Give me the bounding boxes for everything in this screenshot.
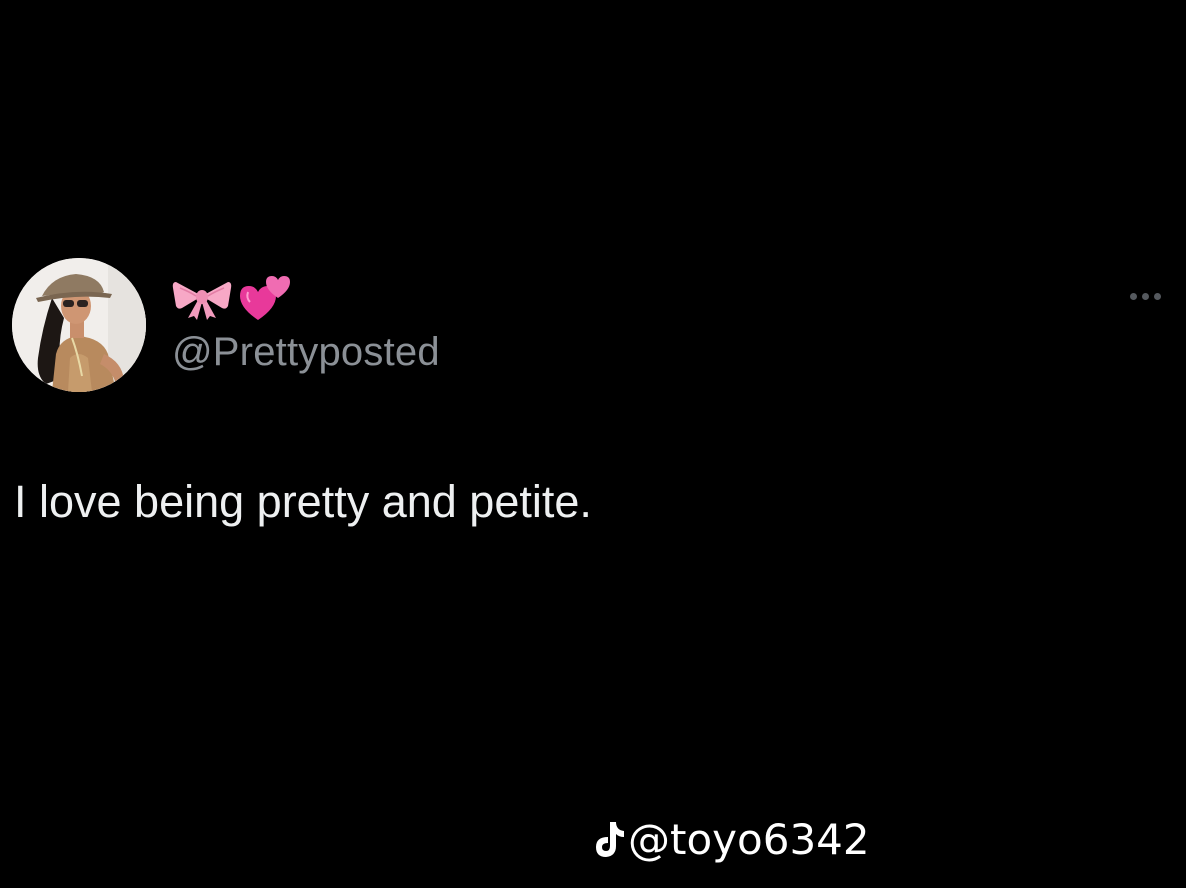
ellipsis-icon[interactable] [1130, 284, 1186, 308]
dot [1142, 292, 1149, 300]
dot [1130, 292, 1137, 300]
tiktok-icon [596, 822, 624, 857]
avatar-image [12, 258, 146, 392]
ribbon-bow-icon [172, 282, 232, 320]
tiktok-watermark: @toyo6342 [594, 812, 870, 868]
watermark-text: @toyo6342 [628, 815, 870, 864]
two-hearts-icon [240, 276, 290, 320]
avatar[interactable] [12, 258, 146, 392]
display-name[interactable] [172, 270, 294, 326]
tweet-text: I love being pretty and petite. [14, 476, 592, 527]
user-handle[interactable]: @Prettyposted [172, 328, 440, 376]
dot [1154, 292, 1161, 300]
